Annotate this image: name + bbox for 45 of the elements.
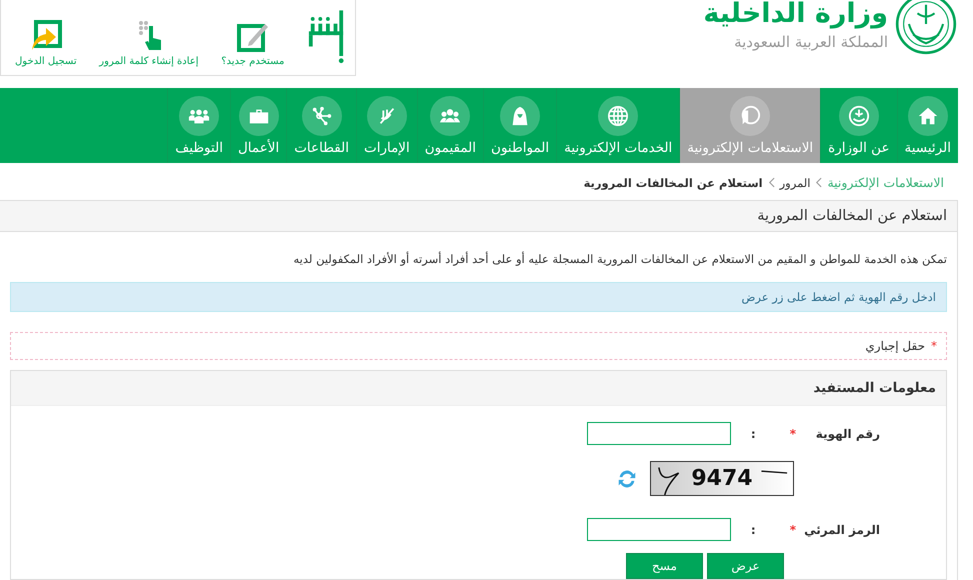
refresh-icon[interactable] — [616, 468, 638, 490]
emblem-icon — [894, 0, 958, 56]
page-title: استعلام عن المخالفات المرورية — [0, 201, 957, 232]
form-title: معلومات المستفيد — [11, 371, 946, 406]
nav-tab[interactable]: الاستعلامات الإلكترونية — [679, 88, 820, 163]
field-label: رقم الهوية — [814, 426, 880, 440]
login-icon — [30, 20, 62, 52]
nav-tab[interactable]: المقيمون — [416, 88, 484, 163]
form-button[interactable]: مسح — [626, 553, 703, 579]
colon: : — [750, 522, 756, 536]
form-button[interactable]: عرض — [707, 553, 784, 579]
country-name: المملكة العربية السعودية — [733, 32, 888, 52]
ministry-name: وزارة الداخلية — [703, 0, 888, 31]
emblem-icon — [848, 104, 870, 126]
required-asterisk: * — [790, 426, 796, 440]
breadcrumb-current: استعلام عن المخالفات المرورية — [584, 176, 763, 190]
nav-tab[interactable]: الأعمال — [230, 88, 286, 163]
input-field[interactable] — [586, 518, 731, 541]
nav-tab[interactable]: التوظيف — [167, 88, 230, 163]
nav-tab[interactable]: الخدمات الإلكترونية — [556, 88, 680, 163]
account-link[interactable]: تسجيل الدخول — [15, 20, 77, 67]
nav-tab[interactable]: عن الوزارة — [820, 88, 896, 163]
absher-logo-icon — [307, 9, 345, 65]
network-icon — [310, 104, 333, 126]
chevron-icon — [815, 177, 822, 188]
breadcrumb-link[interactable]: الاستعلامات الإلكترونية — [827, 175, 944, 190]
globe-bookmark-icon — [739, 104, 762, 126]
info-notice: ادخل رقم الهوية ثم اضغط على زر عرض — [10, 282, 947, 312]
service-description: تمكن هذه الخدمة للمواطن و المقيم من الاستعلام عن المخالفات المرورية المسجلة عليه أو على أحد أفراد أسرته أو الأفراد المكفولين لديه — [292, 250, 948, 268]
required-note: حقل إجباري — [865, 339, 925, 353]
required-asterisk: * — [790, 522, 796, 536]
required-asterisk: * — [931, 339, 937, 353]
colon: : — [750, 426, 756, 440]
nav-tab[interactable]: المواطنون — [483, 88, 556, 163]
globe-icon — [607, 104, 630, 126]
nav-tab[interactable]: القطاعات — [286, 88, 356, 163]
captcha-image: 9474 — [650, 461, 794, 496]
breadcrumb-link[interactable]: المرور — [780, 176, 810, 190]
chevron-icon — [768, 177, 775, 188]
nav-tab[interactable]: الإمارات — [356, 88, 417, 163]
field-label: الرمز المرئي — [803, 522, 880, 536]
account-link[interactable]: إعادة إنشاء كلمة المرور — [99, 20, 199, 67]
nav-tab[interactable]: الرئيسية — [896, 88, 958, 163]
input-field[interactable] — [586, 422, 731, 445]
account-link[interactable]: مستخدم جديد؟ — [221, 20, 284, 67]
